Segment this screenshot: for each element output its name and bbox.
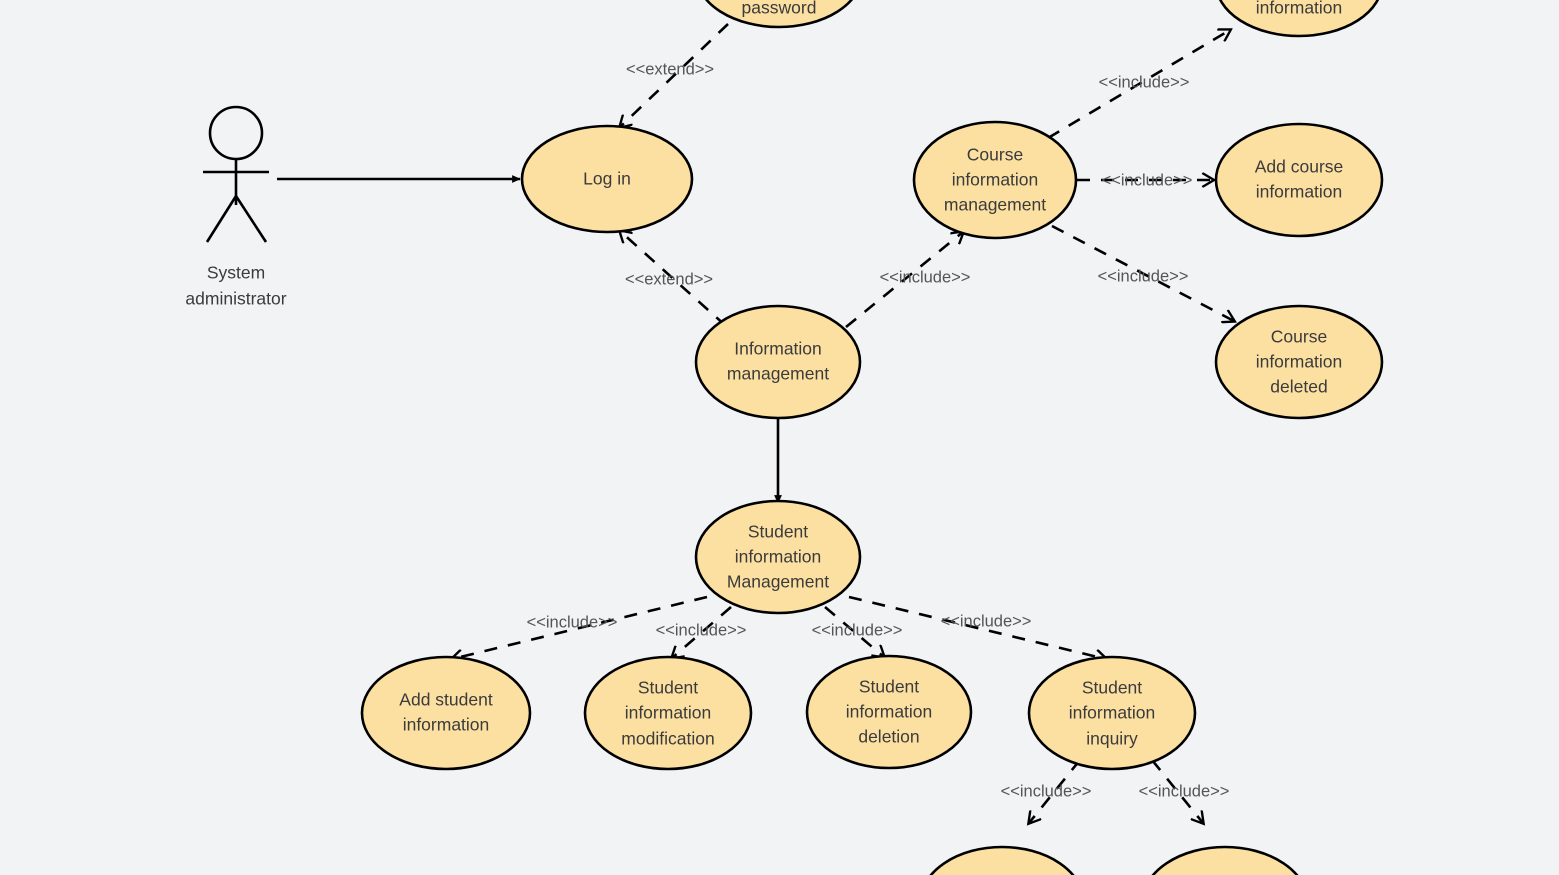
use-case-ellipse[interactable] <box>694 304 862 420</box>
use-case-ellipse[interactable] <box>920 845 1084 875</box>
use-case-ellipse[interactable] <box>520 124 694 234</box>
stereotype-login-infomgmt: <<extend>> <box>625 270 713 288</box>
use-case-ellipse[interactable] <box>583 655 753 771</box>
use-case-ellipse[interactable] <box>694 499 862 615</box>
stereotype-coursemgmt-add: <<include>> <box>1102 171 1193 189</box>
stereotype-studentmgmt-inquiry: <<include>> <box>941 612 1032 630</box>
use-case-ellipse[interactable] <box>360 655 532 771</box>
actor-head-icon <box>208 105 264 161</box>
stereotype-coursemgmt-modify: <<include>> <box>1099 73 1190 91</box>
use-case-add-course-information[interactable]: Add course information <box>1214 122 1384 238</box>
use-case-student-information-inquiry[interactable]: Student information inquiry <box>1027 655 1197 771</box>
use-case-ellipse[interactable] <box>696 0 862 29</box>
stereotype-inquiry-child-left: <<include>> <box>1001 782 1092 800</box>
stereotype-studentmgmt-delete: <<include>> <box>812 621 903 639</box>
stereotype-login-password: <<extend>> <box>626 60 714 78</box>
stereotype-studentmgmt-add: <<include>> <box>527 613 618 631</box>
stereotype-infomgmt-coursemgmt: <<include>> <box>880 268 971 286</box>
stereotype-studentmgmt-modify: <<include>> <box>656 621 747 639</box>
stereotype-inquiry-child-right: <<include>> <box>1139 782 1230 800</box>
actor-system-administrator[interactable]: System administrator <box>185 105 287 309</box>
actor-label-line1: System <box>207 263 265 283</box>
use-case-ellipse[interactable] <box>1142 845 1308 875</box>
actor-right-leg-icon <box>234 195 268 243</box>
use-case-ellipse[interactable] <box>805 654 973 770</box>
use-case-inquiry-child-left[interactable] <box>920 845 1084 875</box>
use-case-add-student-information[interactable]: Add student information <box>360 655 532 771</box>
use-case-course-information-deleted[interactable]: Course information deleted <box>1214 304 1384 420</box>
use-case-ellipse[interactable] <box>1214 122 1384 238</box>
use-case-ellipse[interactable] <box>1216 0 1382 38</box>
use-case-modify-course-information[interactable]: information <box>1216 0 1382 38</box>
use-case-student-information-deletion[interactable]: Student information deletion <box>805 654 973 770</box>
use-case-student-information-modification[interactable]: Student information modification <box>583 655 753 771</box>
use-case-inquiry-child-right[interactable] <box>1142 845 1308 875</box>
use-case-information-management[interactable]: Information management <box>694 304 862 420</box>
stereotype-coursemgmt-delete: <<include>> <box>1098 267 1189 285</box>
actor-label-line2: administrator <box>185 289 286 309</box>
use-case-login[interactable]: Log in <box>520 124 694 234</box>
use-case-course-information-management[interactable]: Course information management <box>912 120 1078 240</box>
use-case-ellipse[interactable] <box>912 120 1078 240</box>
actor-left-leg-icon <box>205 195 238 243</box>
use-case-change-password[interactable]: password <box>696 0 862 29</box>
use-case-student-information-management[interactable]: Student information Management <box>694 499 862 615</box>
use-case-diagram-canvas: System administrator Log in : dashed, ar… <box>0 0 1559 875</box>
diagram-svg: System administrator Log in : dashed, ar… <box>185 0 1384 875</box>
use-case-ellipse[interactable] <box>1027 655 1197 771</box>
use-case-ellipse[interactable] <box>1214 304 1384 420</box>
